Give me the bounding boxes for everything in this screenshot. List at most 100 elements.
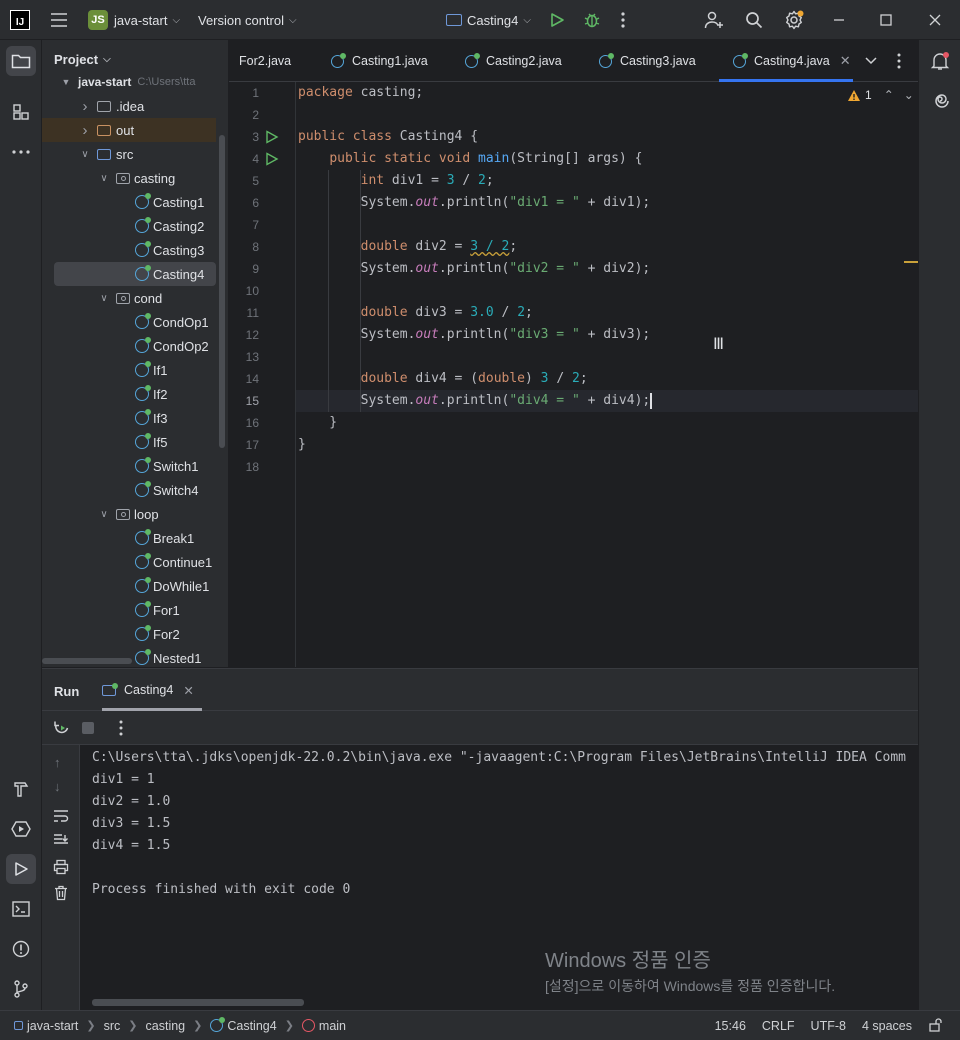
settings-button[interactable] bbox=[784, 0, 804, 40]
caret-position[interactable]: 15:46 bbox=[715, 1019, 746, 1033]
code-with-me-button[interactable] bbox=[704, 0, 724, 40]
tab-for2[interactable]: For2.java bbox=[239, 40, 291, 82]
close-tab-icon[interactable]: ✕ bbox=[840, 53, 851, 69]
tree-item-if5[interactable]: If5 bbox=[42, 430, 216, 454]
tab-casting3[interactable]: Casting3.java bbox=[599, 40, 696, 82]
search-everywhere-button[interactable] bbox=[745, 0, 763, 40]
minimize-button[interactable] bbox=[833, 0, 845, 40]
chevron-down-icon[interactable]: ∨ bbox=[79, 149, 91, 160]
main-menu-button[interactable] bbox=[50, 0, 70, 40]
tree-item-switch1[interactable]: Switch1 bbox=[42, 454, 216, 478]
build-tool-button[interactable] bbox=[6, 774, 36, 804]
tree-item-loop[interactable]: ∨ loop bbox=[42, 502, 216, 526]
breadcrumb-package[interactable]: casting bbox=[146, 1019, 186, 1033]
run-main-gutter-icon[interactable] bbox=[265, 152, 279, 166]
run-button[interactable] bbox=[549, 0, 565, 40]
tree-item-if1[interactable]: If1 bbox=[42, 358, 216, 382]
terminal-tool-button[interactable] bbox=[6, 894, 36, 924]
tree-item-break1[interactable]: Break1 bbox=[42, 526, 216, 550]
tree-item-dowhile1[interactable]: DoWhile1 bbox=[42, 574, 216, 598]
warning-stripe-marker[interactable] bbox=[904, 261, 918, 263]
git-branch-icon bbox=[14, 980, 28, 998]
java-class-icon bbox=[135, 337, 151, 353]
close-tab-icon[interactable]: ✕ bbox=[183, 683, 193, 698]
tree-item-out[interactable]: › out bbox=[42, 118, 216, 142]
tab-casting2[interactable]: Casting2.java bbox=[465, 40, 562, 82]
breadcrumb-project[interactable]: java-start bbox=[27, 1019, 78, 1033]
chevron-right-icon[interactable]: › bbox=[79, 122, 91, 139]
tree-root-label: java-start bbox=[78, 75, 132, 89]
tree-root[interactable]: ▼ java-start C:\Users\tta bbox=[42, 72, 216, 92]
tree-item-casting[interactable]: ∨ casting bbox=[42, 166, 216, 190]
run-tab-casting4[interactable]: Casting4 ✕ bbox=[102, 669, 202, 711]
tree-root-path: C:\Users\tta bbox=[137, 76, 196, 88]
tree-item-if3[interactable]: If3 bbox=[42, 406, 216, 430]
next-highlight-icon[interactable]: ⌄ bbox=[904, 88, 914, 102]
close-window-button[interactable] bbox=[929, 0, 941, 40]
soft-wrap-button[interactable] bbox=[53, 809, 69, 826]
stop-button[interactable] bbox=[82, 722, 94, 734]
java-class-icon bbox=[465, 52, 480, 68]
clear-console-button[interactable] bbox=[53, 885, 69, 904]
problems-tool-button[interactable] bbox=[6, 934, 36, 964]
tree-item-continue1[interactable]: Continue1 bbox=[42, 550, 216, 574]
run-config-selector[interactable]: Casting4 ⌵ bbox=[446, 0, 531, 40]
file-encoding[interactable]: UTF-8 bbox=[811, 1019, 846, 1033]
tabs-more-button[interactable] bbox=[896, 40, 902, 82]
run-tool-button[interactable] bbox=[6, 854, 36, 884]
scroll-to-end-button[interactable] bbox=[53, 833, 69, 850]
scroll-down-arrow-icon[interactable]: ↓ bbox=[54, 779, 61, 794]
tree-item-for1[interactable]: For1 bbox=[42, 598, 216, 622]
more-tools-button[interactable] bbox=[6, 137, 36, 167]
tree-item-if2[interactable]: If2 bbox=[42, 382, 216, 406]
breadcrumb-class[interactable]: Casting4 bbox=[227, 1019, 276, 1033]
tree-item-cond[interactable]: ∨ cond bbox=[42, 286, 216, 310]
previous-highlight-icon[interactable]: ⌃ bbox=[884, 88, 894, 102]
tree-item-casting1[interactable]: Casting1 bbox=[42, 190, 216, 214]
services-tool-button[interactable] bbox=[6, 814, 36, 844]
tabs-dropdown-button[interactable] bbox=[865, 40, 877, 82]
notifications-button[interactable] bbox=[925, 46, 955, 76]
project-switcher[interactable]: JS java-start ⌵ bbox=[88, 0, 180, 40]
line-separator[interactable]: CRLF bbox=[762, 1019, 795, 1033]
tree-item-casting3[interactable]: Casting3 bbox=[42, 238, 216, 262]
read-only-toggle[interactable] bbox=[928, 1017, 942, 1035]
chevron-down-icon[interactable]: ∨ bbox=[98, 293, 110, 304]
console-horizontal-scrollbar[interactable] bbox=[92, 999, 304, 1006]
debug-button[interactable] bbox=[583, 0, 601, 40]
tree-item-condop2[interactable]: CondOp2 bbox=[42, 334, 216, 358]
tree-item-condop1[interactable]: CondOp1 bbox=[42, 310, 216, 334]
inspection-widget[interactable]: 1 ⌃ ⌄ bbox=[847, 88, 914, 102]
run-class-gutter-icon[interactable] bbox=[265, 130, 279, 144]
tree-item-switch4[interactable]: Switch4 bbox=[42, 478, 216, 502]
project-panel-header[interactable]: Project ⌵ bbox=[54, 52, 111, 67]
tree-item-for2[interactable]: For2 bbox=[42, 622, 216, 646]
tree-item-casting4[interactable]: Casting4 bbox=[54, 262, 216, 286]
ai-assistant-button[interactable] bbox=[925, 86, 955, 116]
structure-tool-button[interactable] bbox=[6, 97, 36, 127]
console-output[interactable]: C:\Users\tta\.jdks\openjdk-22.0.2\bin\ja… bbox=[92, 747, 918, 901]
run-more-button[interactable] bbox=[118, 720, 124, 739]
git-tool-button[interactable] bbox=[6, 974, 36, 1004]
scroll-up-arrow-icon[interactable]: ↑ bbox=[54, 755, 61, 770]
tree-item-idea[interactable]: › .idea bbox=[42, 94, 216, 118]
code-editor[interactable]: 1 2 3 4 5 6 7 8 9 10 11 12 13 14 15 16 17 18 package cast… bbox=[229, 82, 918, 667]
chevron-down-icon[interactable]: ∨ bbox=[98, 509, 110, 520]
breadcrumb-src[interactable]: src bbox=[104, 1019, 121, 1033]
breadcrumb-method[interactable]: main bbox=[319, 1019, 346, 1033]
maximize-button[interactable] bbox=[880, 0, 892, 40]
indent-setting[interactable]: 4 spaces bbox=[862, 1019, 912, 1033]
project-horizontal-scrollbar[interactable] bbox=[42, 658, 132, 664]
tree-item-casting2[interactable]: Casting2 bbox=[42, 214, 216, 238]
print-button[interactable] bbox=[53, 859, 69, 878]
project-tool-button[interactable] bbox=[6, 46, 36, 76]
chevron-down-icon[interactable]: ∨ bbox=[98, 173, 110, 184]
rerun-button[interactable] bbox=[54, 720, 70, 739]
tab-casting1[interactable]: Casting1.java bbox=[331, 40, 428, 82]
tree-item-src[interactable]: ∨ src bbox=[42, 142, 216, 166]
tab-casting4[interactable]: Casting4.java ✕ bbox=[719, 40, 853, 82]
version-control-menu[interactable]: Version control ⌵ bbox=[198, 0, 297, 40]
more-actions-button[interactable] bbox=[620, 0, 626, 40]
chevron-right-icon[interactable]: › bbox=[79, 98, 91, 115]
project-vertical-scrollbar[interactable] bbox=[219, 135, 225, 448]
